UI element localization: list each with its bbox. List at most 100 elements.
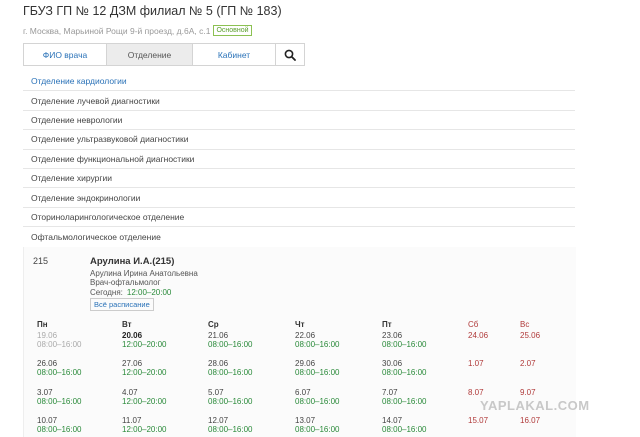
schedule-date: 6.07 — [295, 388, 311, 397]
schedule-hours: 12:00–20:00 — [122, 425, 167, 434]
schedule-date: 25.06 — [520, 331, 541, 340]
day-header: Пн — [37, 320, 48, 329]
department-item[interactable]: Отделение эндокринологии — [23, 188, 575, 208]
department-item[interactable]: Отделение ультразвуковой диагностики — [23, 130, 575, 150]
schedule-cell[interactable]: 14.07 08:00–16:00 — [382, 416, 427, 434]
schedule-hours: 08:00–16:00 — [208, 397, 253, 406]
department-item[interactable]: Отделение хирургии — [23, 169, 575, 189]
schedule-cell: 2.07 — [520, 359, 536, 368]
department-item[interactable]: Отделение неврологии — [23, 111, 575, 131]
schedule-cell[interactable]: 3.07 08:00–16:00 — [37, 388, 82, 406]
day-header: Вс — [520, 320, 530, 329]
today-hours: Сегодня: 12:00–20:00 — [90, 288, 171, 297]
schedule-hours: 08:00–16:00 — [382, 368, 427, 377]
schedule-cell[interactable]: 22.06 08:00–16:00 — [295, 331, 340, 349]
schedule-date: 26.06 — [37, 359, 58, 368]
main-branch-badge: Основной — [213, 25, 252, 36]
schedule-cell[interactable]: 5.07 08:00–16:00 — [208, 388, 253, 406]
schedule-hours: 08:00–16:00 — [208, 340, 253, 349]
search-tabs: ФИО врача Отделение Кабинет — [23, 43, 305, 66]
schedule-date: 22.06 — [295, 331, 316, 340]
schedule-cell[interactable]: 23.06 08:00–16:00 — [382, 331, 427, 349]
department-item[interactable]: Отделение кардиологии — [23, 72, 575, 92]
department-list: Отделение кардиологии Отделение лучевой … — [23, 72, 575, 247]
address-text: г. Москва, Марьиной Рощи 9-й проезд, д.6… — [23, 25, 211, 36]
tab-doctor-name[interactable]: ФИО врача — [23, 43, 107, 66]
schedule-hours: 12:00–20:00 — [122, 368, 167, 377]
schedule-cell[interactable]: 27.06 12:00–20:00 — [122, 359, 167, 377]
schedule-hours: 12:00–20:00 — [122, 397, 167, 406]
schedule-hours: 08:00–16:00 — [382, 340, 427, 349]
schedule-cell[interactable]: 6.07 08:00–16:00 — [295, 388, 340, 406]
schedule-hours: 08:00–16:00 — [37, 340, 82, 349]
schedule-cell: 9.07 — [520, 388, 536, 397]
schedule-hours: 08:00–16:00 — [382, 425, 427, 434]
watermark: YAPLAKAL.COM — [480, 398, 590, 413]
schedule-cell[interactable]: 7.07 08:00–16:00 — [382, 388, 427, 406]
schedule-cell: 8.07 — [468, 388, 484, 397]
schedule-cell[interactable]: 19.06 08:00–16:00 — [37, 331, 82, 349]
doctor-short-name[interactable]: Арулина И.А.(215) — [90, 256, 174, 267]
schedule-date: 20.06 — [122, 331, 143, 340]
schedule-cell[interactable]: 28.06 08:00–16:00 — [208, 359, 253, 377]
schedule-date: 3.07 — [37, 388, 53, 397]
department-item-ophthalmology[interactable]: Офтальмологическое отделение — [23, 227, 575, 246]
schedule-cell[interactable]: 26.06 08:00–16:00 — [37, 359, 82, 377]
schedule-hours: 08:00–16:00 — [208, 425, 253, 434]
schedule-date: 11.07 — [122, 416, 142, 425]
schedule-cell: 15.07 — [468, 416, 488, 425]
schedule-date: 21.06 — [208, 331, 229, 340]
day-header: Вт — [122, 320, 132, 329]
day-header: Чт — [295, 320, 305, 329]
schedule-hours: 08:00–16:00 — [37, 368, 82, 377]
search-button[interactable] — [275, 43, 305, 66]
clinic-address: г. Москва, Марьиной Рощи 9-й проезд, д.6… — [23, 25, 252, 36]
schedule-date: 8.07 — [468, 388, 484, 397]
day-header: Ср — [208, 320, 219, 329]
schedule-cell[interactable]: 12.07 08:00–16:00 — [208, 416, 253, 434]
schedule-cell[interactable]: 20.06 12:00–20:00 — [122, 331, 167, 349]
schedule-date: 19.06 — [37, 331, 58, 340]
schedule-date: 16.07 — [520, 416, 541, 425]
schedule-date: 2.07 — [520, 359, 536, 368]
schedule-date: 12.07 — [208, 416, 229, 425]
schedule-date: 28.06 — [208, 359, 229, 368]
department-item[interactable]: Отделение лучевой диагностики — [23, 91, 575, 111]
schedule-hours: 08:00–16:00 — [37, 397, 82, 406]
schedule-cell[interactable]: 10.07 08:00–16:00 — [37, 416, 82, 434]
schedule-date: 15.07 — [468, 416, 489, 425]
schedule-cell: 25.06 — [520, 331, 540, 340]
schedule-hours: 08:00–16:00 — [208, 368, 253, 377]
today-hours-value: 12:00–20:00 — [126, 288, 172, 297]
schedule-hours: 08:00–16:00 — [295, 397, 340, 406]
schedule-cell[interactable]: 21.06 08:00–16:00 — [208, 331, 253, 349]
schedule-cell[interactable]: 4.07 12:00–20:00 — [122, 388, 167, 406]
page-title: ГБУЗ ГП № 12 ДЗМ филиал № 5 (ГП № 183) — [23, 4, 282, 18]
schedule-date: 5.07 — [208, 388, 224, 397]
tab-department[interactable]: Отделение — [106, 43, 193, 66]
search-icon — [284, 49, 296, 61]
full-schedule-button[interactable]: Всё расписание — [90, 298, 154, 311]
schedule-cell[interactable]: 11.07 12:00–20:00 — [122, 416, 167, 434]
schedule-hours: 12:00–20:00 — [122, 340, 167, 349]
schedule-cell: 16.07 — [520, 416, 540, 425]
schedule-hours: 08:00–16:00 — [295, 368, 340, 377]
schedule-cell[interactable]: 29.06 08:00–16:00 — [295, 359, 340, 377]
tab-room[interactable]: Кабинет — [192, 43, 276, 66]
department-item[interactable]: Отделение функциональной диагностики — [23, 150, 575, 169]
schedule-date: 27.06 — [122, 359, 143, 368]
department-item[interactable]: Оториноларингологическое отделение — [23, 208, 575, 228]
today-label: Сегодня: — [90, 288, 123, 297]
schedule-date: 4.07 — [122, 388, 138, 397]
schedule-date: 9.07 — [520, 388, 536, 397]
schedule-cell[interactable]: 30.06 08:00–16:00 — [382, 359, 427, 377]
schedule-date: 23.06 — [382, 331, 403, 340]
doctor-role: Врач-офтальмолог — [90, 278, 161, 287]
schedule-date: 14.07 — [382, 416, 403, 425]
schedule-date: 10.07 — [37, 416, 58, 425]
schedule-hours: 08:00–16:00 — [295, 425, 340, 434]
schedule-cell[interactable]: 13.07 08:00–16:00 — [295, 416, 340, 434]
schedule-hours: 08:00–16:00 — [37, 425, 82, 434]
schedule-date: 1.07 — [468, 359, 484, 368]
schedule-hours: 08:00–16:00 — [295, 340, 340, 349]
